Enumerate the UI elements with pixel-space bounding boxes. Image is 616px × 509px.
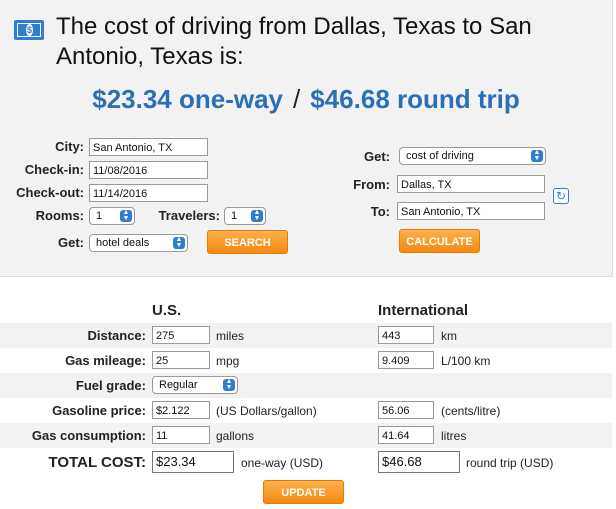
- consumption-intl-input[interactable]: 41.64: [378, 426, 434, 444]
- distance-intl-unit: km: [441, 329, 457, 343]
- total-intl-unit: round trip (USD): [466, 456, 554, 470]
- total-us-unit: one-way (USD): [241, 456, 324, 470]
- from-label: From:: [353, 177, 390, 192]
- money-icon: $: [14, 20, 44, 40]
- mileage-us-input[interactable]: 25: [152, 351, 210, 369]
- gas-price-intl-input[interactable]: 56.06: [378, 401, 434, 419]
- gas-price-intl-unit: (cents/litre): [441, 404, 501, 418]
- fuel-grade-value: Regular: [159, 379, 198, 391]
- drive-get-label: Get:: [364, 149, 390, 164]
- hotel-get-select[interactable]: hotel deals ▲ ▼: [89, 234, 188, 252]
- to-input[interactable]: San Antonio, TX: [397, 202, 545, 220]
- city-input[interactable]: San Antonio, TX: [89, 138, 208, 156]
- cost-summary: $23.34 one-way / $46.68 round trip: [0, 84, 612, 115]
- rooms-select[interactable]: 1 ▲ ▼: [89, 207, 135, 225]
- cost-roundtrip: $46.68 round trip: [310, 84, 520, 114]
- travelers-select[interactable]: 1 ▲ ▼: [224, 207, 266, 225]
- gas-price-us-unit: (US Dollars/gallon): [216, 404, 317, 418]
- mileage-intl-unit: L/100 km: [441, 354, 491, 368]
- gas-price-us-input[interactable]: $2.122: [152, 401, 210, 419]
- to-label: To:: [370, 204, 390, 219]
- distance-label: Distance:: [87, 328, 146, 343]
- table-row: Fuel grade: Regular ▲ ▼: [0, 373, 612, 398]
- drive-get-value: cost of driving: [406, 150, 474, 162]
- update-button[interactable]: UPDATE: [263, 480, 344, 504]
- total-us-input[interactable]: $23.34: [152, 451, 234, 473]
- hotel-get-label: Get:: [58, 235, 84, 250]
- from-input[interactable]: Dallas, TX: [397, 175, 545, 193]
- drive-get-select[interactable]: cost of driving ▲ ▼: [399, 147, 546, 165]
- calculate-button[interactable]: CALCULATE: [399, 229, 480, 253]
- checkout-input[interactable]: 11/14/2016: [89, 184, 208, 202]
- table-row: Gasoline price: $2.122 (US Dollars/gallo…: [0, 398, 612, 423]
- travelers-label: Travelers:: [158, 208, 220, 223]
- rooms-label: Rooms:: [35, 208, 84, 223]
- mileage-label: Gas mileage:: [65, 353, 146, 368]
- consumption-us-unit: gallons: [216, 429, 255, 443]
- summary-panel: $ The cost of driving from Dallas, Texas…: [0, 0, 613, 277]
- checkout-label: Check-out:: [16, 185, 84, 200]
- checkin-input[interactable]: 11/08/2016: [89, 161, 208, 179]
- table-row: Distance: 275 miles 443 km: [0, 323, 612, 348]
- city-label: City:: [55, 139, 84, 154]
- search-button[interactable]: SEARCH: [207, 230, 288, 254]
- total-intl-input[interactable]: $46.68: [378, 451, 460, 473]
- cost-separator: /: [293, 84, 301, 114]
- consumption-intl-unit: litres: [441, 429, 467, 443]
- fuel-grade-label: Fuel grade:: [75, 378, 146, 393]
- distance-us-input[interactable]: 275: [152, 326, 210, 344]
- hotel-get-value: hotel deals: [96, 237, 150, 249]
- table-row: TOTAL COST: $23.34 one-way (USD) $46.68 …: [0, 449, 612, 476]
- chevron-updown-icon: ▲ ▼: [531, 149, 543, 162]
- us-header: U.S.: [152, 302, 182, 319]
- swap-icon[interactable]: ↻: [553, 188, 569, 204]
- fuel-grade-select[interactable]: Regular ▲ ▼: [152, 376, 238, 394]
- intl-header: International: [378, 302, 469, 319]
- gas-consumption-label: Gas consumption:: [31, 428, 146, 443]
- page-title: The cost of driving from Dallas, Texas t…: [56, 13, 532, 70]
- chevron-updown-icon: ▲ ▼: [251, 209, 263, 222]
- total-cost-label: TOTAL COST:: [48, 454, 147, 471]
- mileage-intl-input[interactable]: 9.409: [378, 351, 434, 369]
- cost-oneway: $23.34 one-way: [92, 84, 284, 114]
- table-row: Gas consumption: 11 gallons 41.64 litres: [0, 423, 612, 448]
- rooms-value: 1: [96, 210, 103, 222]
- gas-price-label: Gasoline price:: [52, 403, 146, 418]
- checkin-label: Check-in:: [24, 162, 84, 177]
- chevron-updown-icon: ▲ ▼: [223, 378, 235, 391]
- chevron-updown-icon: ▲ ▼: [120, 209, 132, 222]
- travelers-value: 1: [231, 210, 238, 222]
- mileage-us-unit: mpg: [216, 354, 240, 368]
- chevron-updown-icon: ▲ ▼: [173, 236, 185, 249]
- table-row: Gas mileage: 25 mpg 9.409 L/100 km: [0, 348, 612, 373]
- distance-intl-input[interactable]: 443: [378, 326, 434, 344]
- consumption-us-input[interactable]: 11: [152, 426, 210, 444]
- distance-us-unit: miles: [216, 329, 245, 343]
